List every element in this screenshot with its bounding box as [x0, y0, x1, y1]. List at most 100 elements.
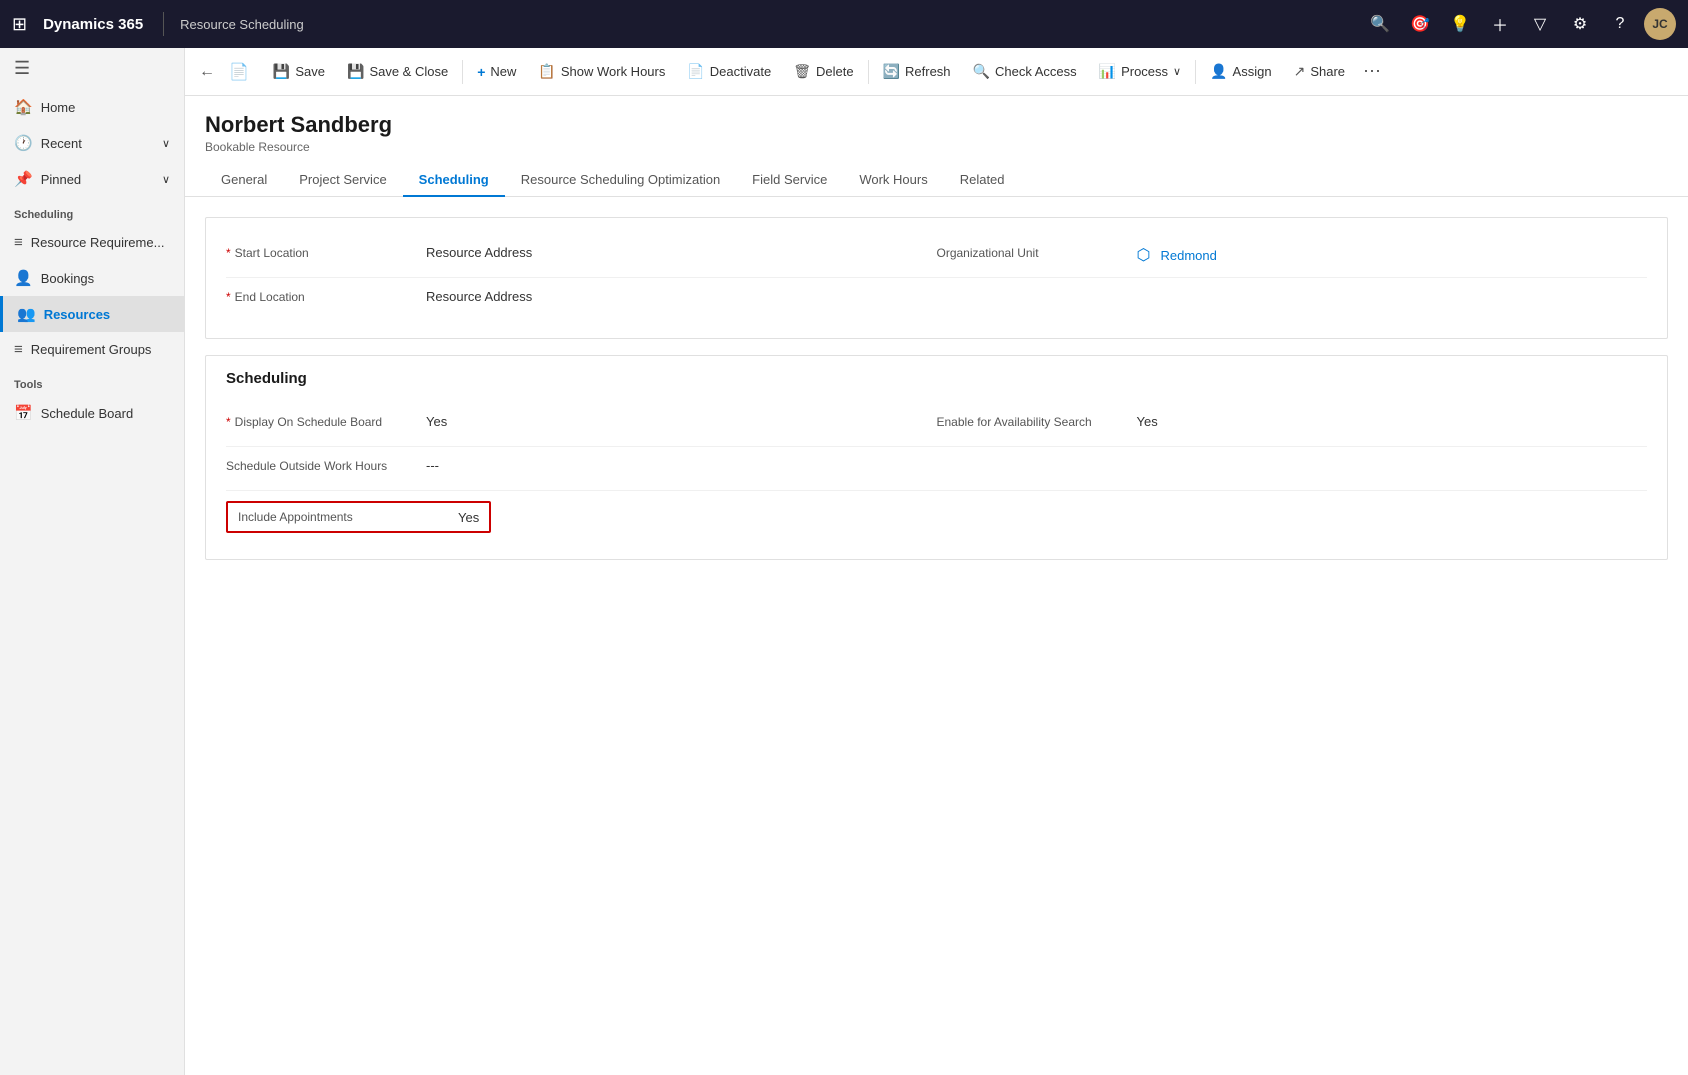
- sidebar-label-pinned: Pinned: [41, 172, 81, 187]
- scheduling-section-title: Scheduling: [206, 356, 1667, 387]
- display-schedule-value: Yes: [426, 413, 447, 429]
- include-appointments-label: Include Appointments: [238, 510, 398, 524]
- module-name: Resource Scheduling: [180, 17, 304, 32]
- bookings-icon: 👤: [14, 269, 33, 287]
- cmd-sep-3: [1195, 60, 1196, 84]
- share-button[interactable]: ↗ Share: [1284, 57, 1355, 86]
- check-access-button[interactable]: 🔍 Check Access: [963, 57, 1087, 86]
- assign-button[interactable]: 👤 Assign: [1200, 57, 1281, 86]
- include-appointments-col: Include Appointments Yes: [226, 501, 937, 533]
- tab-work-hours[interactable]: Work Hours: [843, 164, 943, 197]
- sidebar: ☰ 🏠 Home 🕐 Recent ∨ 📌 Pinned ∨ Schedulin…: [0, 48, 185, 1075]
- sidebar-label-recent: Recent: [41, 136, 82, 151]
- availability-label: Enable for Availability Search: [937, 413, 1137, 429]
- recent-icon: 🕐: [14, 134, 33, 152]
- tab-scheduling[interactable]: Scheduling: [403, 164, 505, 197]
- process-icon: 📊: [1099, 63, 1116, 80]
- sidebar-label-bookings: Bookings: [41, 271, 94, 286]
- sidebar-item-requirement-groups[interactable]: ≡ Requirement Groups: [0, 332, 184, 367]
- pinned-icon: 📌: [14, 170, 33, 188]
- settings-icon[interactable]: ⚙: [1564, 8, 1596, 40]
- cmd-sep-2: [868, 60, 869, 84]
- save-close-button[interactable]: 💾 Save & Close: [337, 57, 458, 86]
- tab-field-service[interactable]: Field Service: [736, 164, 843, 197]
- new-button[interactable]: + New: [467, 58, 526, 86]
- process-chevron: ∨: [1173, 65, 1181, 78]
- tab-general[interactable]: General: [205, 164, 283, 197]
- top-nav: ⊞ Dynamics 365 Resource Scheduling 🔍 🎯 💡…: [0, 0, 1688, 48]
- command-bar: ← 📄 💾 Save 💾 Save & Close + New 📋 Show W…: [185, 48, 1688, 96]
- org-unit-label: Organizational Unit: [937, 244, 1137, 260]
- save-button[interactable]: 💾 Save: [263, 57, 335, 86]
- display-schedule-col: * Display On Schedule Board Yes: [226, 413, 937, 429]
- include-appointments-row: Include Appointments Yes: [226, 491, 1647, 543]
- sidebar-item-pinned[interactable]: 📌 Pinned ∨: [0, 161, 184, 197]
- entity-name: Norbert Sandberg: [205, 112, 1668, 138]
- deactivate-icon: 📄: [687, 63, 704, 80]
- app-title: Dynamics 365: [43, 16, 143, 33]
- more-button[interactable]: ⋯: [1357, 61, 1387, 82]
- show-work-hours-button[interactable]: 📋 Show Work Hours: [528, 57, 675, 86]
- scheduling-section-title: Scheduling: [0, 197, 184, 225]
- resources-icon: 👥: [17, 305, 36, 323]
- back-button[interactable]: ←: [193, 58, 221, 86]
- org-unit-icon: ⬡: [1137, 245, 1151, 265]
- save-label: Save: [295, 64, 325, 79]
- org-unit-value[interactable]: ⬡ Redmond: [1137, 244, 1217, 265]
- deactivate-button[interactable]: 📄 Deactivate: [677, 57, 781, 86]
- show-work-hours-icon: 📋: [538, 63, 555, 80]
- start-location-required: *: [226, 246, 231, 260]
- entity-type: Bookable Resource: [205, 140, 1668, 154]
- scheduling-section-inner: * Display On Schedule Board Yes Enable f…: [206, 387, 1667, 559]
- check-access-icon: 🔍: [973, 63, 990, 80]
- assign-label: Assign: [1233, 64, 1272, 79]
- lightbulb-icon[interactable]: 💡: [1444, 8, 1476, 40]
- start-location-row: * Start Location Resource Address Organi…: [226, 234, 1647, 278]
- org-unit-col: Organizational Unit ⬡ Redmond: [937, 244, 1648, 265]
- filter-icon[interactable]: ▽: [1524, 8, 1556, 40]
- doc-button[interactable]: 📄: [223, 58, 255, 86]
- end-location-row: * End Location Resource Address: [226, 278, 1647, 322]
- tab-related[interactable]: Related: [944, 164, 1021, 197]
- include-appointments-value: Yes: [458, 509, 479, 525]
- sidebar-toggle[interactable]: ☰: [0, 48, 184, 89]
- sidebar-item-bookings[interactable]: 👤 Bookings: [0, 260, 184, 296]
- delete-button[interactable]: 🗑 Delete: [783, 57, 863, 86]
- process-button[interactable]: 📊 Process ∨: [1089, 57, 1191, 86]
- schedule-outside-label: Schedule Outside Work Hours: [226, 457, 426, 473]
- sidebar-item-schedule-board[interactable]: 📅 Schedule Board: [0, 395, 184, 431]
- schedule-outside-col: Schedule Outside Work Hours ---: [226, 457, 937, 473]
- new-icon: +: [477, 64, 485, 80]
- pinned-chevron: ∨: [162, 173, 170, 186]
- resource-req-icon: ≡: [14, 234, 23, 251]
- start-location-label: * Start Location: [226, 244, 426, 260]
- form-content: * Start Location Resource Address Organi…: [185, 197, 1688, 1075]
- schedule-board-icon: 📅: [14, 404, 33, 422]
- sidebar-item-resources[interactable]: 👥 Resources: [0, 296, 184, 332]
- end-location-label: * End Location: [226, 288, 426, 304]
- refresh-button[interactable]: 🔄 Refresh: [873, 57, 961, 86]
- target-icon[interactable]: 🎯: [1404, 8, 1436, 40]
- tabs-bar: General Project Service Scheduling Resou…: [185, 154, 1688, 197]
- end-location-required: *: [226, 290, 231, 304]
- tab-resource-scheduling-optimization[interactable]: Resource Scheduling Optimization: [505, 164, 736, 197]
- delete-icon: 🗑: [793, 63, 811, 80]
- deactivate-label: Deactivate: [710, 64, 771, 79]
- search-icon[interactable]: 🔍: [1364, 8, 1396, 40]
- end-location-value: Resource Address: [426, 288, 532, 304]
- sidebar-item-resource-requirements[interactable]: ≡ Resource Requireme...: [0, 225, 184, 260]
- show-work-hours-label: Show Work Hours: [561, 64, 666, 79]
- avatar[interactable]: JC: [1644, 8, 1676, 40]
- tools-section-title: Tools: [0, 367, 184, 395]
- sidebar-label-schedule-board: Schedule Board: [41, 406, 134, 421]
- sidebar-item-home[interactable]: 🏠 Home: [0, 89, 184, 125]
- waffle-icon[interactable]: ⊞: [12, 14, 27, 35]
- add-icon[interactable]: ＋: [1484, 8, 1516, 40]
- help-icon[interactable]: ?: [1604, 8, 1636, 40]
- sidebar-label-resource-req: Resource Requireme...: [31, 235, 165, 250]
- sidebar-item-recent[interactable]: 🕐 Recent ∨: [0, 125, 184, 161]
- tab-project-service[interactable]: Project Service: [283, 164, 402, 197]
- availability-value: Yes: [1137, 413, 1158, 429]
- check-access-label: Check Access: [995, 64, 1077, 79]
- schedule-outside-value: ---: [426, 457, 439, 473]
